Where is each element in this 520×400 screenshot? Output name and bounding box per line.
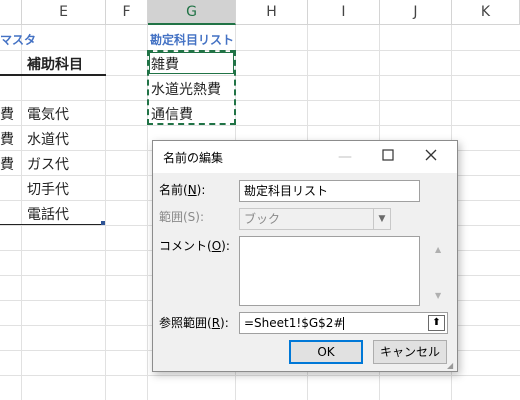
cell-d6[interactable]: 費 [0,154,14,174]
close-glyph [425,149,437,161]
name-input[interactable]: 勘定科目リスト [239,180,420,202]
minimize-icon[interactable]: — [335,147,355,167]
scroll-down-icon[interactable]: ▼ [435,291,454,300]
ok-button[interactable]: OK [289,340,363,364]
refers-label-key: R [211,316,221,330]
refers-label-pre: 参照範囲( [159,316,212,330]
comment-label-post: ): [221,239,230,253]
scroll-up-icon[interactable]: ▲ [435,245,454,254]
grid-line [0,50,520,51]
cell-e7-visible[interactable]: 切手代 [27,179,69,199]
table-corner-marker [101,221,105,225]
name-label-key: N [187,183,197,197]
column-header-h[interactable]: H [236,0,308,25]
comment-label-key: O [211,239,222,253]
refers-to-value: =Sheet1!$G$2# [244,316,344,330]
column-header-i[interactable]: I [308,0,380,25]
column-header-e[interactable]: E [22,0,106,25]
column-header-g[interactable]: G [148,0,236,25]
refers-to-input[interactable]: =Sheet1!$G$2# ⬆ [239,312,448,334]
cell-e8[interactable]: 電話代 [27,204,69,224]
resize-grip-icon[interactable]: ◢ [447,361,455,370]
grid-line [105,25,106,400]
scope-select[interactable]: ブック ▼ [239,208,391,230]
refers-label-post: ): [220,316,229,330]
chevron-down-icon[interactable]: ▼ [373,209,390,229]
grid-line [21,25,22,400]
text-cursor [343,317,345,330]
column-header-j[interactable]: J [380,0,452,25]
column-header-f[interactable]: F [106,0,148,25]
maximize-glyph [382,149,394,161]
grid-line [0,375,520,376]
close-icon[interactable] [421,147,441,167]
cell-e4[interactable]: 電気代 [27,104,69,124]
cell-g1[interactable]: 勘定科目リスト [150,31,234,48]
column-header-d[interactable] [0,0,22,25]
edit-name-dialog: 名前の編集 — 名前(N): 勘定科目リスト 範囲(S): ブック ▼ コメント… [152,140,458,372]
name-label-post: ): [196,183,206,197]
cell-e5[interactable]: 水道代 [27,129,69,149]
cell-e2[interactable]: 補助科目 [27,54,83,74]
comment-textarea[interactable] [239,236,420,306]
column-header-k[interactable]: K [452,0,520,25]
name-label-pre: 名前( [159,183,188,197]
cell-d1[interactable]: マスタ [0,31,36,48]
scope-value: ブック [244,212,281,226]
comment-label: コメント(O): [159,237,230,254]
table-header-border [0,74,106,76]
dialog-titlebar[interactable]: 名前の編集 — [153,141,457,173]
comment-label-pre: コメント( [159,239,212,253]
cell-d4[interactable]: 費 [0,104,14,124]
refers-to-label: 参照範囲(R): [159,314,229,331]
cell-e6[interactable]: ガス代 [27,154,69,174]
collapse-dialog-icon[interactable]: ⬆ [428,315,445,331]
grid-line [0,100,520,101]
active-cell [149,52,234,74]
table-bottom-border [0,224,104,225]
name-label: 名前(N): [159,181,205,198]
maximize-icon[interactable] [378,147,398,167]
cell-d5[interactable]: 費 [0,129,14,149]
cancel-button[interactable]: キャンセル [373,340,447,364]
dialog-title: 名前の編集 [163,151,224,165]
grid-line [0,125,520,126]
scope-label: 範囲(S): [159,210,205,224]
